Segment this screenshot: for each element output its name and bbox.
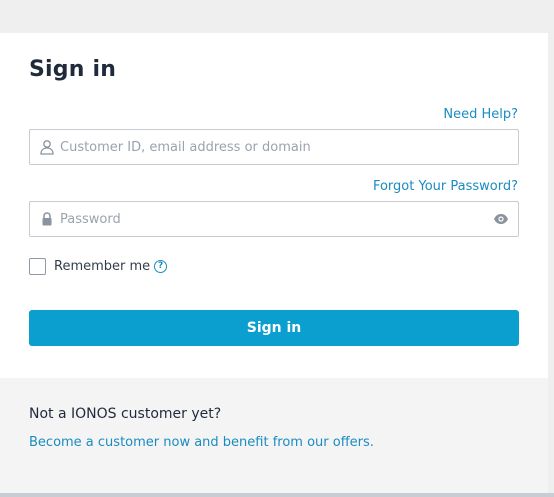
user-icon [40,140,54,155]
signup-title: Not a IONOS customer yet? [29,406,222,422]
remember-me-row: Remember me ? [29,257,168,275]
remember-me-checkbox[interactable] [29,257,46,275]
become-customer-link[interactable]: Become a customer now and benefit from o… [29,435,374,450]
signup-section: Not a IONOS customer yet? Become a custo… [0,378,548,493]
login-page: Sign in Need Help? Forgot Your Password?… [0,0,554,497]
username-field[interactable] [29,129,519,165]
bottom-scrollbar[interactable] [0,493,554,497]
page-title: Sign in [29,57,117,82]
sign-in-button[interactable]: Sign in [29,310,519,346]
need-help-link[interactable]: Need Help? [443,107,518,122]
remember-me-label[interactable]: Remember me [54,259,150,274]
forgot-password-link[interactable]: Forgot Your Password? [373,179,518,194]
password-input[interactable] [60,202,480,236]
window-edge [548,0,554,497]
lock-icon [42,212,52,226]
question-circle-icon[interactable]: ? [154,259,168,273]
password-field[interactable] [29,201,519,237]
eye-icon[interactable] [493,212,509,226]
username-input[interactable] [60,130,480,164]
